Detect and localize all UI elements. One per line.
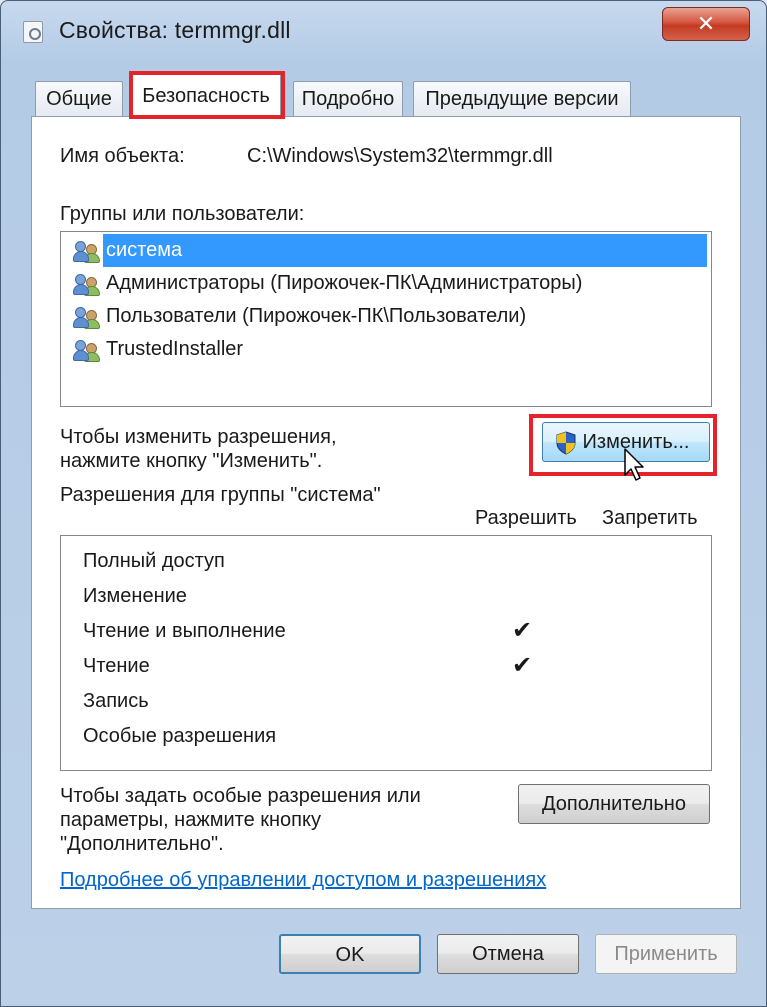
help-link[interactable]: Подробнее об управлении доступом и разре… — [60, 869, 546, 892]
user-name: Пользователи (Пирожочек-ПК\Пользователи) — [106, 305, 527, 327]
permission-name: Изменение — [83, 585, 187, 607]
permission-row: Полный доступ — [83, 546, 703, 576]
permission-row: Особые разрешения — [83, 721, 703, 751]
list-item-administrators[interactable]: Администраторы (Пирожочек-ПК\Администрат… — [69, 267, 707, 300]
permission-row: Изменение — [83, 581, 703, 611]
ok-button[interactable]: OK — [279, 934, 421, 974]
advanced-button[interactable]: Дополнительно — [518, 784, 710, 824]
permission-name: Особые разрешения — [83, 725, 277, 747]
allow-column-header: Разрешить — [475, 507, 577, 529]
list-item-trustedinstaller[interactable]: TrustedInstaller — [69, 333, 707, 366]
user-name: TrustedInstaller — [106, 338, 244, 360]
permission-row: Чтение и выполнение ✔ — [83, 616, 703, 646]
list-item-system[interactable]: система — [69, 234, 707, 267]
tab-details[interactable]: Подробно — [293, 81, 403, 117]
security-panel: Имя объекта: C:\Windows\System32\termmgr… — [31, 116, 741, 909]
tab-general[interactable]: Общие — [35, 81, 123, 117]
user-group-icon — [73, 272, 101, 296]
close-button[interactable]: ✕ — [662, 7, 750, 41]
advanced-hint-line3: "Дополнительно". — [60, 833, 224, 855]
uac-shield-icon — [556, 431, 576, 455]
permission-row: Запись — [83, 686, 703, 716]
window-title: Свойства: termmgr.dll — [59, 17, 291, 43]
advanced-hint-line1: Чтобы задать особые разрешения или — [60, 785, 421, 807]
cancel-button[interactable]: Отмена — [437, 934, 579, 974]
allow-check-icon: ✔ — [511, 652, 533, 679]
user-group-icon — [73, 338, 101, 362]
permission-name: Полный доступ — [83, 550, 225, 572]
user-group-icon — [73, 239, 101, 263]
permission-name: Чтение — [83, 655, 150, 677]
permission-row: Чтение ✔ — [83, 651, 703, 681]
pointer-cursor-icon — [624, 448, 644, 481]
advanced-hint-line2: параметры, нажмите кнопку — [60, 809, 321, 831]
list-item-users[interactable]: Пользователи (Пирожочек-ПК\Пользователи) — [69, 300, 707, 333]
change-hint-line2: нажмите кнопку "Изменить". — [60, 450, 323, 472]
permission-name: Чтение и выполнение — [83, 620, 286, 642]
users-list[interactable]: система Администраторы (Пирожочек-ПК\Адм… — [60, 231, 712, 407]
user-name: Администраторы (Пирожочек-ПК\Администрат… — [106, 272, 583, 294]
object-name-label: Имя объекта: — [60, 145, 185, 167]
change-hint-line1: Чтобы изменить разрешения, — [60, 426, 337, 448]
apply-button[interactable]: Применить — [595, 934, 737, 974]
user-group-icon — [73, 305, 101, 329]
permissions-list: Полный доступ Изменение Чтение и выполне… — [60, 535, 712, 771]
deny-column-header: Запретить — [602, 507, 698, 529]
object-name-value: C:\Windows\System32\termmgr.dll — [247, 145, 553, 167]
user-name: система — [103, 234, 707, 267]
title-bar[interactable]: Свойства: termmgr.dll ✕ — [1, 1, 766, 63]
tab-security[interactable]: Безопасность — [131, 73, 281, 119]
properties-window: Свойства: termmgr.dll ✕ Общие Безопаснос… — [0, 0, 767, 1007]
allow-check-icon: ✔ — [511, 617, 533, 644]
permissions-label: Разрешения для группы "система" — [60, 484, 381, 506]
file-icon — [23, 21, 43, 43]
groups-label: Группы или пользователи: — [60, 203, 305, 225]
permission-name: Запись — [83, 690, 149, 712]
tab-previous-versions[interactable]: Предыдущие версии — [413, 81, 631, 117]
tab-strip: Общие Безопасность Подробно Предыдущие в… — [31, 71, 741, 119]
